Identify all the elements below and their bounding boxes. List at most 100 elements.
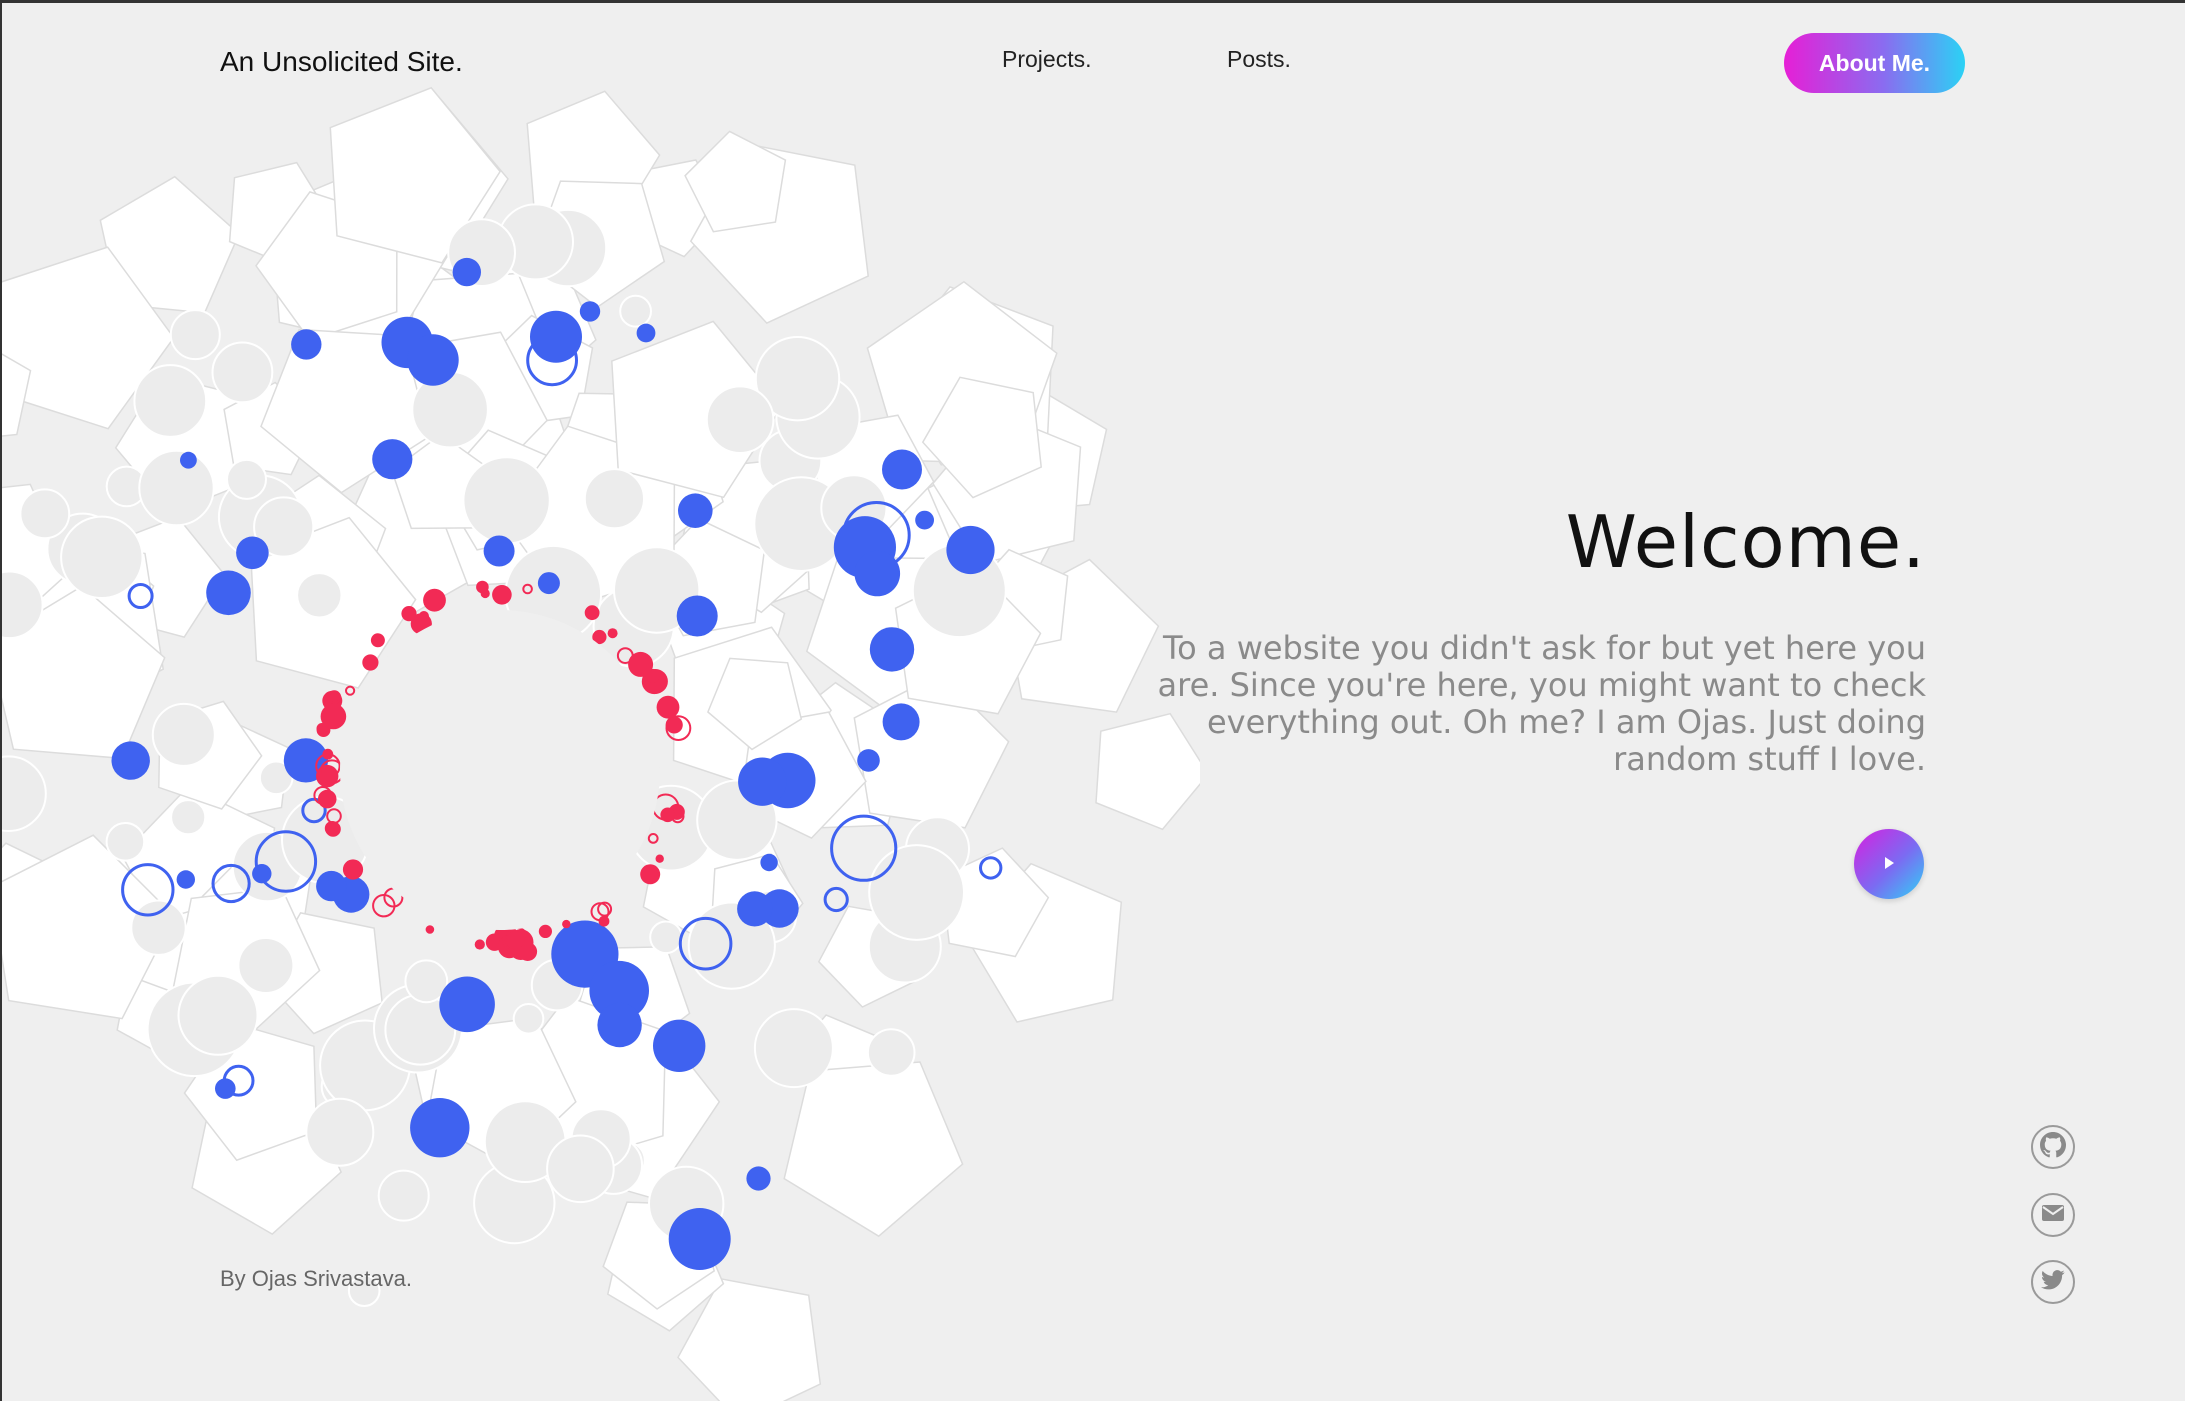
github-icon: [2040, 1132, 2066, 1162]
github-link[interactable]: [2031, 1125, 2075, 1169]
art-red-dot: [362, 654, 379, 671]
art-grey-circle: [151, 702, 216, 767]
twitter-link[interactable]: [2031, 1260, 2075, 1304]
art-red-dot: [665, 716, 683, 734]
art-grey-circle: [138, 449, 215, 527]
art-grey-circle: [753, 1008, 834, 1089]
art-red-dot: [655, 854, 664, 863]
art-grey-circle: [133, 364, 208, 438]
art-blue-circle: [737, 891, 773, 927]
art-red-dot: [316, 764, 339, 788]
art-red-dot: [492, 585, 512, 605]
art-blue-circle: [738, 757, 787, 806]
about-me-button[interactable]: About Me.: [1784, 33, 1965, 93]
art-red-dot: [607, 628, 618, 639]
art-grey-circle: [60, 515, 144, 599]
art-blue-circle: [236, 536, 269, 570]
art-grey-circle: [583, 468, 646, 530]
art-red-dot: [640, 864, 661, 885]
art-grey-circle: [868, 844, 965, 941]
art-grey-circle: [0, 755, 47, 832]
art-grey-circle: [130, 899, 187, 956]
art-red-dot: [342, 859, 364, 880]
art-grey-circle: [105, 822, 146, 862]
art-red-dot: [656, 695, 680, 719]
art-blue-circle: [869, 627, 915, 672]
art-grey-circle: [866, 1028, 916, 1077]
art-red-dot: [345, 685, 356, 696]
art-blue-circle: [176, 870, 195, 889]
art-grey-circle: [170, 799, 207, 836]
nav-projects[interactable]: Projects.: [1002, 46, 1091, 73]
intro-text: To a website you didn't ask for but yet …: [1157, 629, 1927, 778]
welcome-heading: Welcome.: [1565, 500, 1926, 584]
art-grey-circle: [237, 937, 295, 994]
art-blue-circle: [372, 439, 413, 480]
art-grey-circle: [177, 974, 259, 1056]
art-grey-circle: [649, 920, 683, 955]
art-blue-circle: [915, 510, 934, 530]
site-brand[interactable]: An Unsolicited Site.: [220, 46, 463, 78]
art-grey-circle: [462, 456, 551, 545]
art-blue-circle: [111, 741, 150, 780]
art-grey-circle: [512, 1003, 545, 1035]
art-red-dot: [660, 807, 675, 823]
art-grey-circle: [169, 309, 221, 361]
art-red-dot: [506, 930, 525, 950]
play-button[interactable]: [1854, 829, 1924, 899]
art-grey-circle: [377, 1169, 430, 1222]
art-red-dot: [562, 919, 571, 929]
art-blue-circle: [597, 1002, 642, 1048]
art-red-dot: [423, 588, 446, 612]
art-blue-circle: [483, 535, 515, 567]
art-red-dot: [320, 703, 347, 730]
art-blue-circle: [206, 570, 251, 616]
art-red-dot: [538, 924, 553, 939]
art-red-dot: [628, 651, 654, 677]
art-grey-circle: [226, 458, 267, 500]
art-ring-center: [340, 610, 660, 930]
art-blue-circle: [653, 1019, 706, 1072]
art-blue-circle: [668, 1208, 731, 1270]
art-blue-circle: [530, 310, 582, 363]
art-blue-circle: [746, 1166, 771, 1191]
generative-art: [0, 86, 1200, 1401]
art-blue-circle: [439, 976, 495, 1033]
art-red-dot: [370, 633, 385, 648]
art-red-dot: [584, 605, 600, 621]
art-blue-circle: [291, 329, 322, 360]
art-grey-circle: [305, 1097, 375, 1167]
art-red-dot: [425, 925, 435, 934]
art-blue-circle: [215, 1078, 236, 1099]
art-blue-circle: [678, 493, 713, 528]
art-blue-circle: [882, 703, 920, 741]
art-blue-circle: [823, 886, 849, 913]
art-red-dot: [474, 939, 485, 950]
twitter-icon: [2041, 1270, 2065, 1294]
art-red-dot: [418, 611, 429, 622]
author-byline: By Ojas Srivastava.: [220, 1266, 412, 1291]
art-blue-circle: [857, 749, 880, 772]
art-blue-circle: [316, 870, 347, 902]
art-blue-circle: [180, 451, 197, 469]
art-blue-circle: [636, 323, 656, 343]
art-red-dot: [317, 789, 337, 809]
art-blue-circle: [537, 572, 560, 595]
art-grey-circle: [19, 488, 71, 540]
art-grey-circle: [705, 385, 775, 455]
art-grey-circle: [546, 1134, 615, 1204]
art-blue-circle: [579, 301, 601, 322]
play-icon: [1881, 855, 1897, 874]
art-blue-circle: [946, 525, 995, 575]
art-pentagon: [783, 1061, 964, 1238]
art-grey-circle: [211, 341, 274, 404]
art-blue-circle: [676, 595, 718, 637]
art-blue-circle: [854, 550, 901, 597]
nav-posts[interactable]: Posts.: [1227, 46, 1291, 73]
art-blue-circle: [882, 449, 922, 490]
art-grey-circle: [296, 572, 343, 619]
mail-icon: [2041, 1204, 2065, 1226]
art-red-dot: [476, 580, 489, 594]
art-grey-circle: [619, 294, 652, 328]
mail-link[interactable]: [2031, 1193, 2075, 1237]
